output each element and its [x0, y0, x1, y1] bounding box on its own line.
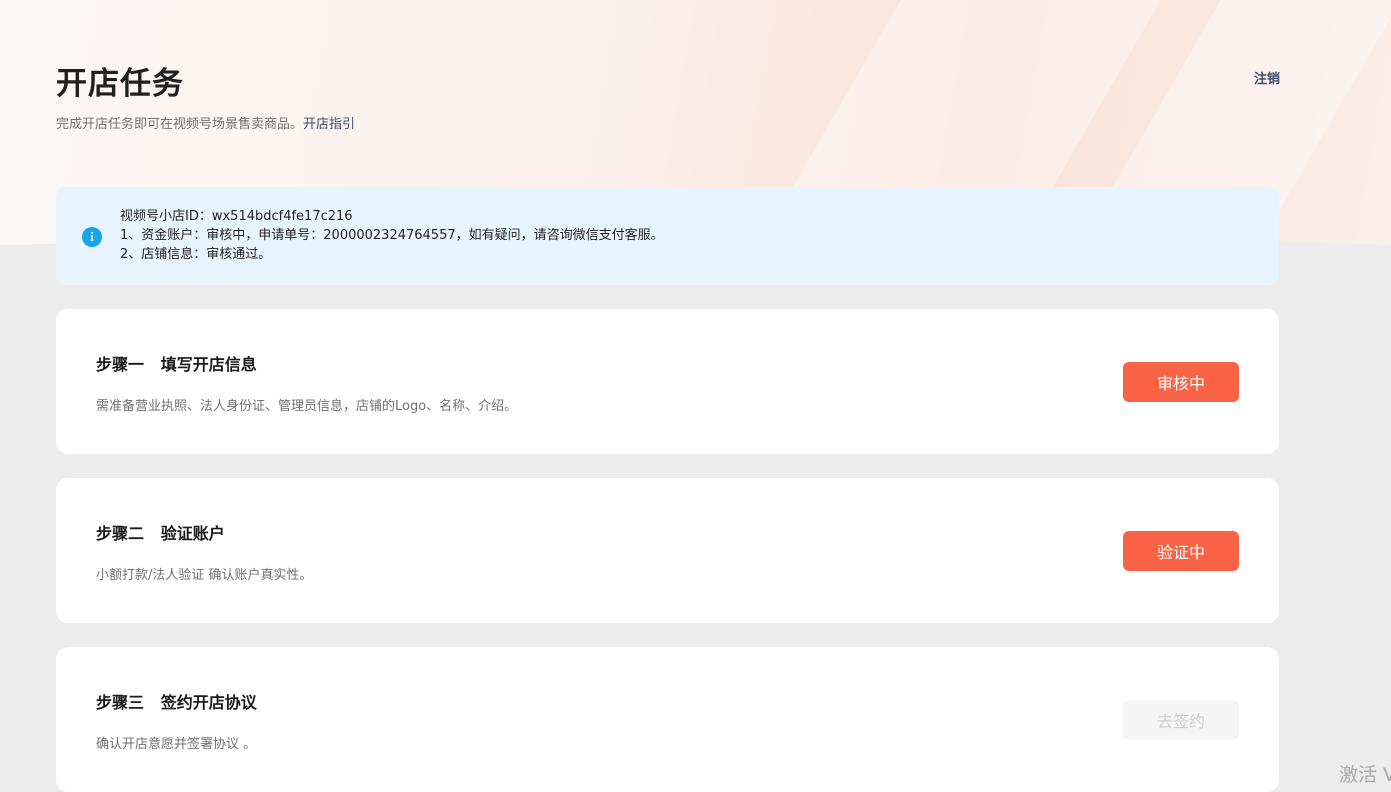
step-title: 步骤二 验证账户: [96, 524, 225, 543]
page-subtitle: 完成开店任务即可在视频号场景售卖商品。开店指引: [56, 113, 355, 132]
step-card-2: 步骤二 验证账户 小额打款/法人验证 确认账户真实性。 验证中: [56, 478, 1279, 623]
sign-button[interactable]: 去签约: [1123, 700, 1239, 740]
notice-shop-info: 2、店铺信息：审核通过。: [120, 247, 272, 262]
info-icon: i: [82, 227, 102, 247]
page-title: 开店任务: [56, 66, 184, 102]
notice-banner: i 视频号小店ID：wx514bdcf4fe17c216 1、资金账户：审核中，…: [56, 187, 1279, 285]
step-card-3: 步骤三 签约开店协议 确认开店意愿并签署协议 。 去签约: [56, 647, 1279, 792]
guide-link[interactable]: 开店指引: [303, 117, 355, 132]
notice-lines: 视频号小店ID：wx514bdcf4fe17c216 1、资金账户：审核中，申请…: [120, 207, 664, 264]
activation-watermark: 激活 V: [1339, 764, 1391, 786]
logout-link[interactable]: 注销: [1254, 68, 1280, 87]
step-desc: 需准备营业执照、法人身份证、管理员信息，店铺的Logo、名称、介绍。: [96, 399, 518, 414]
step-desc: 小额打款/法人验证 确认账户真实性。: [96, 568, 313, 583]
step-title: 步骤三 签约开店协议: [96, 693, 257, 712]
verifying-button[interactable]: 验证中: [1123, 531, 1239, 571]
step-title: 步骤一 填写开店信息: [96, 355, 257, 374]
reviewing-button[interactable]: 审核中: [1123, 362, 1239, 402]
notice-fund-account: 1、资金账户：审核中，申请单号：2000002324764557，如有疑问，请咨…: [120, 228, 664, 243]
notice-shop-id: 视频号小店ID：wx514bdcf4fe17c216: [120, 209, 353, 224]
step-desc: 确认开店意愿并签署协议 。: [96, 737, 257, 752]
step-card-1: 步骤一 填写开店信息 需准备营业执照、法人身份证、管理员信息，店铺的Logo、名…: [56, 309, 1279, 454]
subtitle-text: 完成开店任务即可在视频号场景售卖商品。: [56, 117, 304, 132]
